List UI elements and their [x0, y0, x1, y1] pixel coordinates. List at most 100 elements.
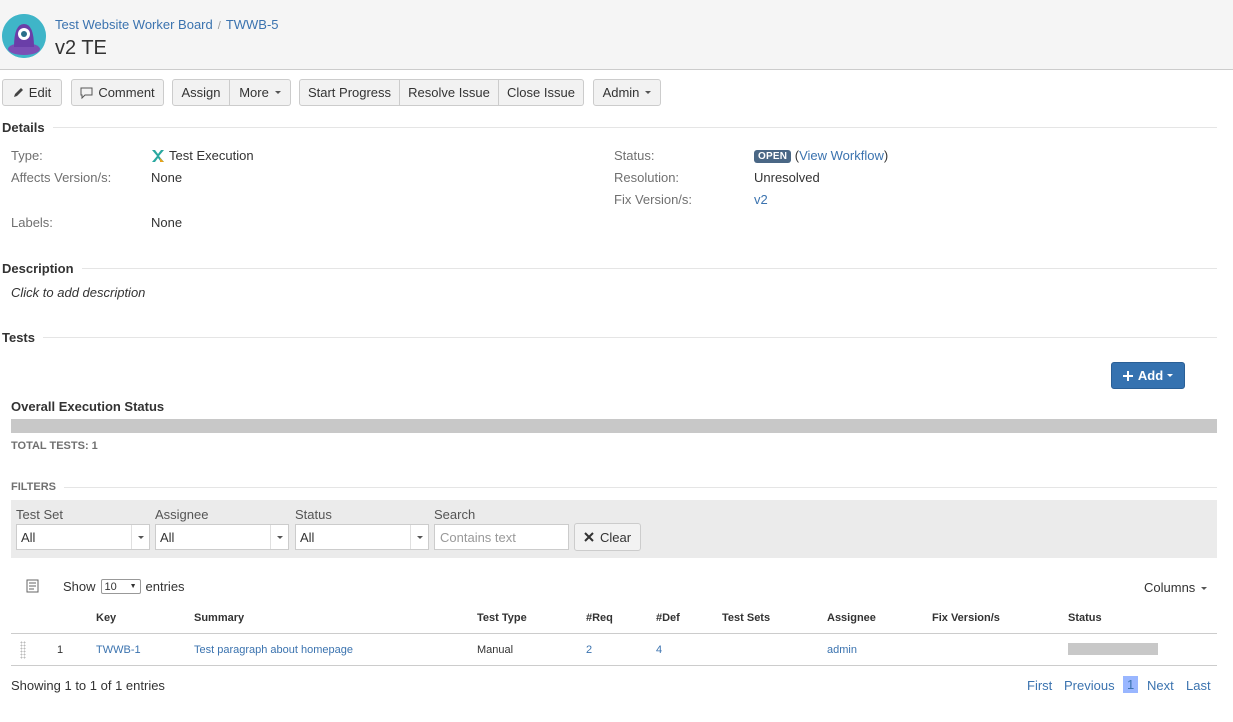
admin-button[interactable]: Admin: [593, 79, 661, 106]
description-field[interactable]: Click to add description: [11, 285, 145, 300]
status-badge: OPEN: [754, 150, 792, 163]
assignee-filter-value: All: [160, 529, 175, 545]
assignee-link[interactable]: admin: [827, 644, 857, 656]
monster-icon: [2, 14, 46, 58]
breadcrumb-project[interactable]: Test Website Worker Board: [55, 17, 213, 32]
clear-filters-button[interactable]: Clear: [574, 523, 641, 551]
start-progress-button[interactable]: Start Progress: [299, 79, 400, 106]
resolution-value: Unresolved: [754, 170, 820, 185]
clear-button-label: Clear: [599, 529, 632, 545]
add-tests-label: Add: [1137, 368, 1164, 383]
start-progress-label: Start Progress: [307, 85, 392, 100]
caret-down-icon: [1201, 587, 1208, 591]
add-tests-button[interactable]: Add: [1111, 362, 1185, 389]
edit-button[interactable]: Edit: [2, 79, 62, 106]
test-key-link[interactable]: TWWB-1: [96, 644, 141, 656]
type-value: Test Execution: [151, 148, 254, 163]
test-execution-icon: [152, 149, 164, 162]
resolve-issue-button[interactable]: Resolve Issue: [400, 79, 499, 106]
caret-down-icon: [1167, 374, 1174, 377]
pencil-icon: [13, 88, 23, 97]
show-label: Show: [63, 579, 96, 594]
resolution-label: Resolution:: [614, 170, 680, 185]
status-filter-select[interactable]: All: [295, 524, 429, 550]
search-input[interactable]: Contains text: [434, 524, 569, 550]
column-header-fix-version[interactable]: Fix Version/s: [932, 612, 1000, 624]
resolve-issue-label: Resolve Issue: [408, 85, 490, 100]
assign-button[interactable]: Assign: [172, 79, 230, 106]
labels-label: Labels:: [11, 215, 53, 230]
page-title[interactable]: v2 TE: [55, 37, 107, 60]
column-header-test-type[interactable]: Test Type: [477, 612, 527, 624]
project-avatar[interactable]: [2, 14, 46, 58]
description-heading[interactable]: Description: [2, 261, 1217, 276]
status-filter-value: All: [300, 529, 315, 545]
breadcrumb-issue-key[interactable]: TWWB-5: [226, 17, 279, 32]
close-issue-button[interactable]: Close Issue: [499, 79, 584, 106]
pagination-first[interactable]: First: [1027, 678, 1052, 693]
comment-button[interactable]: Comment: [71, 79, 164, 106]
filters-panel: Test Set All Assignee All Status All Sea…: [11, 500, 1217, 558]
divider: [64, 486, 1217, 488]
plus-icon: [1122, 370, 1133, 381]
test-summary-link[interactable]: Test paragraph about homepage: [194, 644, 353, 656]
pagination-last[interactable]: Last: [1186, 678, 1211, 693]
divider: [81, 268, 1217, 269]
drag-handle-icon[interactable]: [20, 641, 26, 659]
assignee-filter-select[interactable]: All: [155, 524, 289, 550]
test-status-bar: [1068, 643, 1158, 655]
affects-version-label: Affects Version/s:: [11, 170, 112, 185]
defects-count-link[interactable]: 4: [656, 644, 662, 656]
column-header-key[interactable]: Key: [96, 612, 116, 624]
assignee-filter-label: Assignee: [155, 507, 209, 522]
execution-status-bar: [11, 419, 1217, 433]
column-header-status[interactable]: Status: [1068, 612, 1102, 624]
status-label: Status:: [614, 148, 655, 163]
description-heading-label: Description: [2, 261, 74, 276]
issue-header: Test Website Worker Board / TWWB-5 v2 TE: [0, 0, 1233, 70]
test-set-filter-select[interactable]: All: [16, 524, 150, 550]
details-heading-label: Details: [2, 120, 45, 135]
pagination-current-page[interactable]: 1: [1123, 676, 1139, 693]
status-filter-label: Status: [295, 507, 332, 522]
chevron-down-icon: [270, 525, 288, 549]
pagination-next[interactable]: Next: [1147, 678, 1174, 693]
view-workflow-link[interactable]: View Workflow: [799, 148, 884, 163]
columns-dropdown[interactable]: Columns: [1144, 580, 1208, 595]
assign-button-label: Assign: [181, 85, 221, 100]
test-set-filter-value: All: [21, 529, 36, 545]
edit-button-label: Edit: [28, 85, 52, 100]
table-row-divider: [11, 665, 1217, 666]
caret-down-icon: [274, 91, 281, 94]
column-header-test-sets[interactable]: Test Sets: [722, 612, 770, 624]
details-heading[interactable]: Details: [2, 120, 1217, 135]
filters-heading-label: FILTERS: [11, 481, 57, 493]
tests-heading[interactable]: Tests: [2, 330, 1217, 345]
type-label: Type:: [11, 148, 43, 163]
column-header-assignee[interactable]: Assignee: [827, 612, 876, 624]
pagination-previous[interactable]: Previous: [1064, 678, 1115, 693]
table-settings-icon[interactable]: [26, 579, 40, 593]
showing-entries-info: Showing 1 to 1 of 1 entries: [11, 678, 165, 693]
requirements-count-link[interactable]: 2: [586, 644, 592, 656]
more-button[interactable]: More: [230, 79, 291, 106]
triangle-down-icon: ▼: [129, 583, 137, 590]
column-header-summary[interactable]: Summary: [194, 612, 244, 624]
fix-version-link[interactable]: v2: [754, 192, 768, 207]
page-length-select[interactable]: 10 ▼: [100, 579, 141, 594]
divider: [43, 337, 1217, 338]
table-header-divider: [11, 633, 1217, 634]
close-icon: [584, 532, 594, 542]
columns-label: Columns: [1144, 580, 1196, 595]
divider: [52, 127, 1217, 128]
column-header-req[interactable]: #Req: [586, 612, 613, 624]
tests-heading-label: Tests: [2, 330, 35, 345]
show-entries-control: Show 10 ▼ entries: [63, 579, 185, 594]
breadcrumb: Test Website Worker Board / TWWB-5: [55, 17, 279, 32]
more-button-label: More: [239, 85, 269, 100]
type-value-text: Test Execution: [169, 148, 254, 163]
column-header-def[interactable]: #Def: [656, 612, 680, 624]
labels-value[interactable]: None: [151, 215, 182, 230]
affects-version-value[interactable]: None: [151, 170, 182, 185]
chevron-down-icon: [131, 525, 149, 549]
